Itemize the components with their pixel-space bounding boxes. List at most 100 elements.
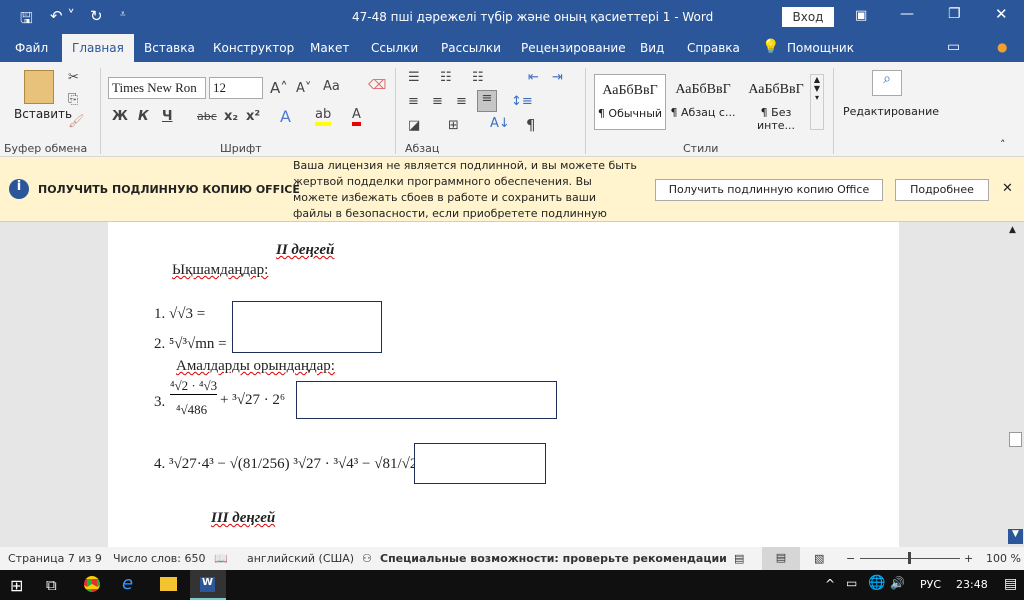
zoom-in-button[interactable]: +: [964, 552, 973, 565]
highlight-icon[interactable]: ab: [315, 107, 332, 126]
scroll-down-icon[interactable]: ▼: [1008, 529, 1023, 544]
word-count[interactable]: Число слов: 650: [113, 552, 206, 565]
style-list-paragraph[interactable]: АаБбВвГ ¶ Абзац с...: [667, 74, 739, 130]
customize-qat-icon[interactable]: ⩡: [120, 9, 126, 20]
multilevel-list-icon[interactable]: ☷: [472, 70, 484, 85]
align-center-icon[interactable]: ≡: [432, 94, 443, 109]
collapse-ribbon-icon[interactable]: ˄: [1000, 138, 1006, 151]
battery-icon[interactable]: ▭: [846, 576, 857, 590]
page-count[interactable]: Страница 7 из 9: [8, 552, 102, 565]
editing-button[interactable]: Редактирование: [843, 105, 939, 118]
borders-icon[interactable]: ⊞: [448, 118, 459, 133]
accessibility-icon[interactable]: ⚇: [362, 552, 372, 565]
style-no-spacing[interactable]: АаБбВвГ ¶ Без инте...: [740, 74, 812, 132]
tab-design[interactable]: Конструктор: [213, 41, 294, 55]
justify-icon[interactable]: ≡: [477, 90, 497, 112]
style-normal[interactable]: АаБбВвГ ¶ Обычный: [594, 74, 666, 130]
show-marks-icon[interactable]: ¶: [526, 116, 536, 134]
language[interactable]: английский (США): [247, 552, 354, 565]
learn-more-button[interactable]: Подробнее: [895, 179, 989, 201]
comments-icon[interactable]: ▭: [947, 39, 960, 55]
find-icon[interactable]: ⌕: [872, 70, 902, 96]
change-case-button[interactable]: Aa: [323, 79, 340, 94]
bold-button[interactable]: Ж: [112, 109, 128, 124]
shrink-font-icon[interactable]: A˅: [296, 81, 311, 96]
close-button[interactable]: ✕: [995, 5, 1008, 23]
show-hidden-icons[interactable]: ^: [825, 577, 835, 591]
font-name-combo[interactable]: Times New Ron: [108, 77, 206, 99]
chrome-icon[interactable]: [84, 576, 100, 592]
vertical-scrollbar[interactable]: ▲ ▼: [1007, 222, 1024, 547]
license-message-bar: i ПОЛУЧИТЬ ПОДЛИННУЮ КОПИЮ OFFICE Ваша л…: [0, 157, 1024, 236]
zoom-slider-thumb[interactable]: [908, 552, 911, 564]
undo-icon[interactable]: ↶ ˅: [50, 7, 75, 25]
maximize-button[interactable]: ❐: [948, 6, 961, 22]
zoom-level[interactable]: 100 %: [986, 552, 1021, 565]
shading-icon[interactable]: ◪: [408, 118, 420, 133]
zoom-out-button[interactable]: −: [846, 552, 855, 565]
redo-icon[interactable]: ↻: [90, 7, 103, 25]
clear-formatting-icon[interactable]: ⌫: [368, 78, 386, 93]
tab-home[interactable]: Главная: [62, 34, 134, 62]
get-genuine-office-button[interactable]: Получить подлинную копию Office: [655, 179, 883, 201]
numbering-icon[interactable]: ☷: [440, 70, 452, 85]
save-icon[interactable]: 🖫: [20, 8, 33, 33]
grow-font-icon[interactable]: A˄: [270, 79, 288, 97]
accessibility-status[interactable]: Специальные возможности: проверьте реком…: [380, 552, 727, 565]
file-explorer-icon[interactable]: [160, 577, 177, 591]
start-windows-icon[interactable]: ⊞: [10, 576, 23, 595]
cut-icon[interactable]: ✂: [68, 70, 79, 85]
decrease-indent-icon[interactable]: ⇤: [528, 70, 539, 85]
styles-scroll[interactable]: ▲ ▼ ▾: [810, 74, 824, 130]
minimize-button[interactable]: —: [900, 6, 914, 22]
text-effects-icon[interactable]: A: [280, 107, 291, 126]
scroll-up-icon[interactable]: ▲: [1009, 225, 1016, 235]
word-taskbar-button[interactable]: W: [190, 570, 226, 600]
sort-icon[interactable]: A↓: [490, 116, 510, 131]
align-right-icon[interactable]: ≡: [456, 94, 467, 109]
proofing-icon[interactable]: 📖: [214, 552, 228, 565]
task-view-icon[interactable]: ⧉: [46, 576, 57, 594]
strikethrough-button[interactable]: abc: [197, 110, 217, 123]
italic-button[interactable]: К: [138, 109, 149, 124]
tab-review[interactable]: Рецензирование: [521, 41, 626, 55]
increase-indent-icon[interactable]: ⇥: [552, 70, 563, 85]
tab-view[interactable]: Вид: [640, 41, 664, 55]
print-layout-icon[interactable]: ▤: [762, 547, 800, 570]
tab-mailings[interactable]: Рассылки: [441, 41, 501, 55]
format-painter-icon[interactable]: 🖌: [68, 114, 85, 129]
tab-help[interactable]: Справка: [687, 41, 740, 55]
tab-insert[interactable]: Вставка: [144, 41, 195, 55]
clock[interactable]: 23:48: [956, 578, 988, 591]
answer-box-3[interactable]: [296, 381, 557, 419]
font-size-combo[interactable]: 12: [209, 77, 263, 99]
underline-button[interactable]: Ч: [162, 109, 173, 124]
bullets-icon[interactable]: ☰: [408, 70, 420, 85]
line-spacing-icon[interactable]: ↕≡: [511, 94, 533, 109]
volume-icon[interactable]: 🔊: [890, 576, 905, 590]
align-left-icon[interactable]: ≡: [408, 94, 419, 109]
copy-icon[interactable]: ⎘: [68, 92, 78, 107]
read-mode-icon[interactable]: ▤: [734, 552, 744, 565]
paste-icon[interactable]: [24, 70, 54, 104]
paste-button[interactable]: Вставить: [14, 107, 72, 121]
answer-box-4[interactable]: [414, 443, 546, 484]
sign-in-button[interactable]: Вход: [782, 7, 834, 27]
internet-explorer-icon[interactable]: e: [122, 573, 133, 594]
document-page[interactable]: II деңгей Ықшамдаңдар: 1. √√3 = 2. ⁵√³√m…: [108, 222, 899, 547]
superscript-button[interactable]: x²: [246, 109, 260, 124]
tab-layout[interactable]: Макет: [310, 41, 349, 55]
tab-tell-me[interactable]: Помощник: [787, 41, 854, 55]
tab-file[interactable]: Файл: [15, 41, 48, 55]
input-language[interactable]: РУС: [920, 578, 941, 591]
web-layout-icon[interactable]: ▧: [814, 552, 824, 565]
action-center-icon[interactable]: ▤: [1004, 576, 1017, 592]
subscript-button[interactable]: x₂: [224, 109, 238, 124]
scroll-thumb[interactable]: [1009, 432, 1022, 447]
font-color-icon[interactable]: A: [352, 107, 361, 126]
close-message-icon[interactable]: ✕: [1002, 181, 1013, 196]
answer-box-1[interactable]: [232, 301, 382, 353]
tab-references[interactable]: Ссылки: [371, 41, 418, 55]
ribbon-display-icon[interactable]: ▣: [855, 8, 867, 23]
network-icon[interactable]: 🌐: [868, 575, 885, 591]
